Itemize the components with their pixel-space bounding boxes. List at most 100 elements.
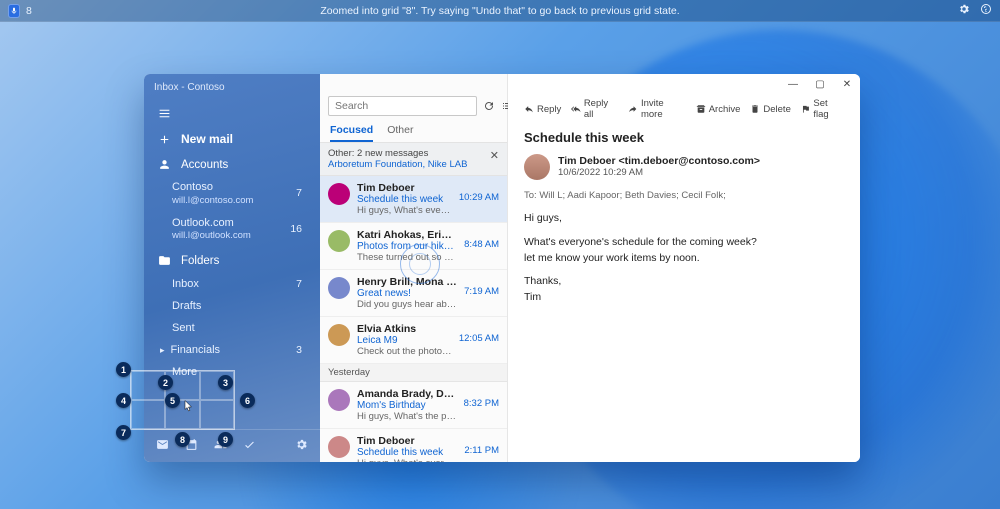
- message-subject: Mom's Birthday: [357, 400, 457, 411]
- message-list: Tim DeboerSchedule this weekHi guys, Wha…: [320, 176, 507, 462]
- message-preview: Check out the photos from this: [357, 346, 452, 357]
- new-mail-label: New mail: [181, 132, 233, 146]
- message-item[interactable]: Tim DeboerSchedule this weekHi guys, Wha…: [320, 176, 507, 223]
- other-summary-senders: Arboretum Foundation, Nike LAB: [328, 159, 499, 170]
- message-time: 10:29 AM: [459, 182, 499, 203]
- message-from: Katri Ahokas, Erik Nason: [357, 229, 457, 241]
- grid-number-3: 3: [218, 375, 233, 390]
- mail-icon[interactable]: [156, 438, 169, 454]
- message-time: 12:05 AM: [459, 323, 499, 344]
- grid-number-6: 6: [240, 393, 255, 408]
- message-preview: Hi guys, What's everyone's plan: [357, 458, 457, 462]
- folder-financials[interactable]: ▸ Financials 3: [144, 339, 320, 361]
- other-summary-bar[interactable]: Other: 2 new messages Arboretum Foundati…: [320, 142, 507, 176]
- message-from: Elvia Atkins: [357, 323, 452, 335]
- account-contoso[interactable]: Contoso will.l@contoso.com 7: [144, 177, 320, 213]
- avatar: [328, 324, 350, 346]
- help-icon[interactable]: [980, 3, 992, 18]
- tab-other[interactable]: Other: [387, 124, 413, 142]
- message-item[interactable]: Katri Ahokas, Erik NasonPhotos from our …: [320, 223, 507, 270]
- voice-access-hint: Zoomed into grid "8". Try saying "Undo t…: [320, 5, 679, 17]
- avatar: [328, 230, 350, 252]
- account-count: 16: [290, 223, 306, 236]
- settings-icon[interactable]: [958, 3, 970, 18]
- archive-button[interactable]: Archive: [696, 98, 741, 120]
- folder-count: 3: [296, 344, 306, 356]
- maximize-button[interactable]: ▢: [813, 78, 827, 92]
- grid-number-5: 5: [165, 393, 180, 408]
- folder-count: 7: [296, 278, 306, 290]
- message-time: 8:32 PM: [464, 388, 499, 409]
- account-count: 7: [296, 187, 306, 200]
- message-from: Amanda Brady, Daisy Phillips: [357, 388, 457, 400]
- sender-avatar: [524, 154, 550, 180]
- reading-subject: Schedule this week: [524, 130, 844, 145]
- set-flag-button[interactable]: Set flag: [801, 98, 844, 120]
- account-email: will.l@contoso.com: [172, 195, 296, 207]
- folder-label: Drafts: [172, 300, 201, 312]
- message-subject: Leica M9: [357, 335, 452, 346]
- accounts-section[interactable]: Accounts: [144, 152, 320, 177]
- folder-label: Sent: [172, 322, 195, 334]
- date-divider: Yesterday: [320, 364, 507, 382]
- accounts-label: Accounts: [181, 159, 228, 171]
- message-preview: These turned out so good! xx: [357, 252, 457, 263]
- invite-more-button[interactable]: Invite more: [628, 98, 685, 120]
- avatar: [328, 277, 350, 299]
- message-subject: Schedule this week: [357, 447, 457, 458]
- other-summary-title: Other: 2 new messages: [328, 148, 499, 159]
- voice-access-bar: 8 Zoomed into grid "8". Try saying "Undo…: [0, 0, 1000, 22]
- menu-button[interactable]: [144, 101, 320, 126]
- message-preview: Did you guys hear about Robin': [357, 299, 457, 310]
- close-button[interactable]: ✕: [840, 78, 854, 92]
- folder-sent[interactable]: Sent: [144, 317, 320, 339]
- message-item[interactable]: Elvia AtkinsLeica M9Check out the photos…: [320, 317, 507, 364]
- account-outlook[interactable]: Outlook.com will.l@outlook.com 16: [144, 213, 320, 249]
- message-body: Hi guys, What's everyone's schedule for …: [524, 211, 844, 314]
- grid-number-4: 4: [116, 393, 131, 408]
- sender-name: Tim Deboer <tim.deboer@contoso.com>: [558, 155, 760, 167]
- message-from: Tim Deboer: [357, 182, 452, 194]
- mic-icon[interactable]: [8, 4, 20, 18]
- reply-all-button[interactable]: Reply all: [571, 98, 618, 120]
- grid-number-7: 7: [116, 425, 131, 440]
- settings-icon[interactable]: [295, 438, 308, 454]
- folder-label: Inbox: [172, 278, 199, 290]
- account-email: will.l@outlook.com: [172, 230, 290, 242]
- message-item[interactable]: Henry Brill, Mona Kane, Cecil FGreat new…: [320, 270, 507, 317]
- folders-label: Folders: [181, 255, 219, 267]
- message-preview: Hi guys, What's the plan for the: [357, 411, 457, 422]
- folder-inbox[interactable]: Inbox 7: [144, 273, 320, 295]
- grid-number-9: 9: [218, 432, 233, 447]
- message-from: Henry Brill, Mona Kane, Cecil F: [357, 276, 457, 288]
- sidebar-bottom-bar: [144, 429, 320, 462]
- grid-number-1: 1: [116, 362, 131, 377]
- message-subject: Photos from our hike on Maple: [357, 241, 457, 252]
- message-subject: Great news!: [357, 288, 457, 299]
- message-preview: Hi guys, What's everyone's sche: [357, 205, 452, 216]
- message-time: 8:48 AM: [464, 229, 499, 250]
- refresh-icon[interactable]: [483, 99, 495, 113]
- new-mail-button[interactable]: New mail: [144, 126, 320, 152]
- minimize-button[interactable]: —: [786, 78, 800, 92]
- avatar: [328, 389, 350, 411]
- account-name: Contoso: [172, 181, 296, 195]
- message-subject: Schedule this week: [357, 194, 452, 205]
- todo-icon[interactable]: [243, 438, 256, 454]
- folders-section[interactable]: Folders: [144, 248, 320, 273]
- reply-button[interactable]: Reply: [524, 98, 561, 120]
- window-title: Inbox - Contoso: [144, 82, 320, 101]
- sent-date: 10/6/2022 10:29 AM: [558, 167, 760, 178]
- avatar: [328, 436, 350, 458]
- message-item[interactable]: Amanda Brady, Daisy PhillipsMom's Birthd…: [320, 382, 507, 429]
- folder-drafts[interactable]: Drafts: [144, 295, 320, 317]
- message-item[interactable]: Tim DeboerSchedule this weekHi guys, Wha…: [320, 429, 507, 462]
- delete-button[interactable]: Delete: [750, 98, 790, 120]
- tab-focused[interactable]: Focused: [330, 124, 373, 142]
- account-name: Outlook.com: [172, 217, 290, 231]
- message-actions: Reply Reply all Invite more Archive Dele…: [524, 98, 844, 120]
- message-time: 7:19 AM: [464, 276, 499, 297]
- close-icon[interactable]: ✕: [490, 149, 499, 162]
- message-from: Tim Deboer: [357, 435, 457, 447]
- search-input[interactable]: [328, 96, 477, 116]
